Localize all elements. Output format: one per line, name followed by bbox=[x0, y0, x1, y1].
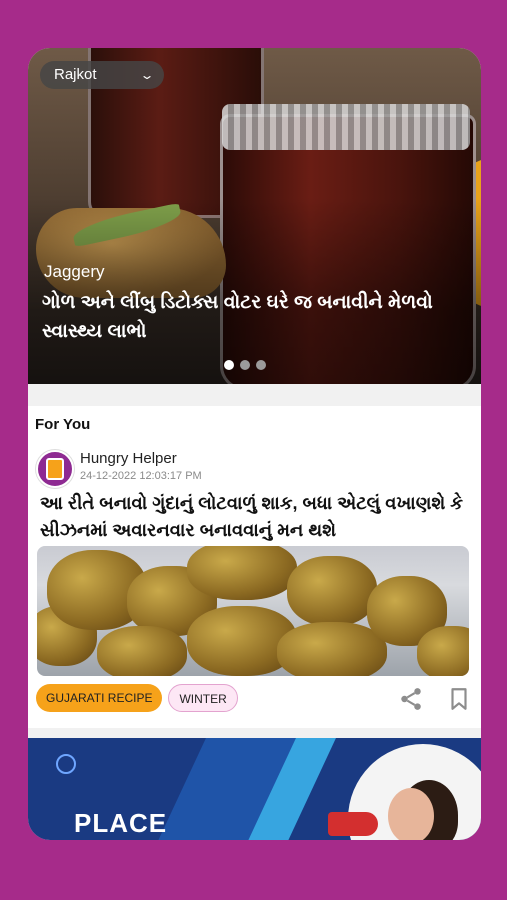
ad-person-face bbox=[388, 788, 434, 840]
hero-category[interactable]: Jaggery bbox=[44, 262, 104, 282]
post-title[interactable]: આ રીતે બનાવો ગુંદાનું લોટવાળું શાક, બધા … bbox=[40, 490, 470, 544]
hero-image-glass-rim bbox=[222, 104, 470, 150]
food-piece bbox=[277, 622, 387, 676]
carousel-dot-1[interactable] bbox=[224, 360, 234, 370]
tag-gujarati-recipe[interactable]: GUJARATI RECIPE bbox=[36, 684, 163, 712]
hero-carousel[interactable]: Rajkot ⌄ Jaggery ગોળ અને લીંબુ ડિટોક્સ વ… bbox=[28, 48, 481, 384]
megaphone-icon bbox=[328, 812, 378, 836]
carousel-dot-3[interactable] bbox=[256, 360, 266, 370]
feed-post-card[interactable]: For You Hungry Helper 24-12-2022 12:03:1… bbox=[28, 406, 481, 728]
food-piece bbox=[97, 626, 187, 676]
ad-circle-icon bbox=[56, 754, 76, 774]
ad-text: PLACE bbox=[74, 808, 168, 838]
post-tags: GUJARATI RECIPE WINTER bbox=[36, 684, 238, 712]
author-name[interactable]: Hungry Helper bbox=[80, 450, 177, 467]
carousel-dot-2[interactable] bbox=[240, 360, 250, 370]
advertisement-banner[interactable]: PLACE bbox=[28, 738, 481, 840]
food-piece bbox=[187, 546, 297, 600]
author-avatar[interactable] bbox=[36, 450, 74, 488]
post-date: 24-12-2022 12:03:17 PM bbox=[80, 470, 202, 482]
tag-winter[interactable]: WINTER bbox=[168, 684, 238, 712]
location-label: Rajkot bbox=[54, 66, 97, 83]
carousel-indicator bbox=[224, 360, 266, 370]
food-piece bbox=[287, 556, 377, 626]
app-screen: Rajkot ⌄ Jaggery ગોળ અને લીંબુ ડિટોક્સ વ… bbox=[28, 48, 481, 840]
share-icon[interactable] bbox=[398, 686, 424, 712]
food-piece bbox=[417, 626, 469, 676]
author-logo-icon bbox=[46, 458, 64, 480]
post-image[interactable] bbox=[37, 546, 469, 676]
bookmark-icon[interactable] bbox=[446, 686, 472, 712]
hero-title[interactable]: ગોળ અને લીંબુ ડિટોક્સ વોટર ઘરે જ બનાવીને… bbox=[42, 288, 462, 346]
location-selector[interactable]: Rajkot ⌄ bbox=[40, 61, 164, 89]
section-title: For You bbox=[35, 416, 91, 433]
chevron-down-icon: ⌄ bbox=[139, 68, 155, 82]
